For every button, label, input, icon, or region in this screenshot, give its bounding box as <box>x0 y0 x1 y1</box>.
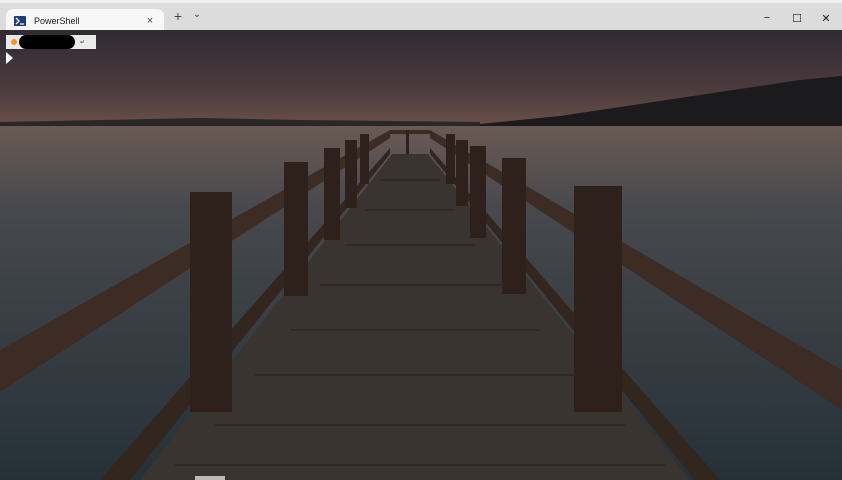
powershell-icon <box>14 16 26 26</box>
ubuntu-logo-icon <box>11 39 17 45</box>
title-bar: PowerShell × + ⌄ − ☐ ✕ <box>0 0 842 33</box>
maximize-button[interactable]: ☐ <box>782 9 812 27</box>
redacted-username <box>19 35 75 49</box>
tab-title: PowerShell <box>34 16 80 26</box>
enter-arrow-icon: ↵ <box>80 39 86 46</box>
close-tab-icon[interactable]: × <box>140 15 160 27</box>
horizontal-scrollbar-thumb[interactable] <box>195 476 225 480</box>
background-image <box>0 30 842 480</box>
terminal-area[interactable]: ↵ <box>0 30 842 480</box>
new-tab-button[interactable]: + <box>170 9 186 23</box>
cursor-arrow-icon <box>6 52 13 64</box>
dropdown-icon[interactable]: ⌄ <box>191 8 203 22</box>
shell-prompt: ↵ <box>6 35 96 49</box>
minimize-button[interactable]: − <box>752 9 782 27</box>
close-window-button[interactable]: ✕ <box>811 9 841 27</box>
